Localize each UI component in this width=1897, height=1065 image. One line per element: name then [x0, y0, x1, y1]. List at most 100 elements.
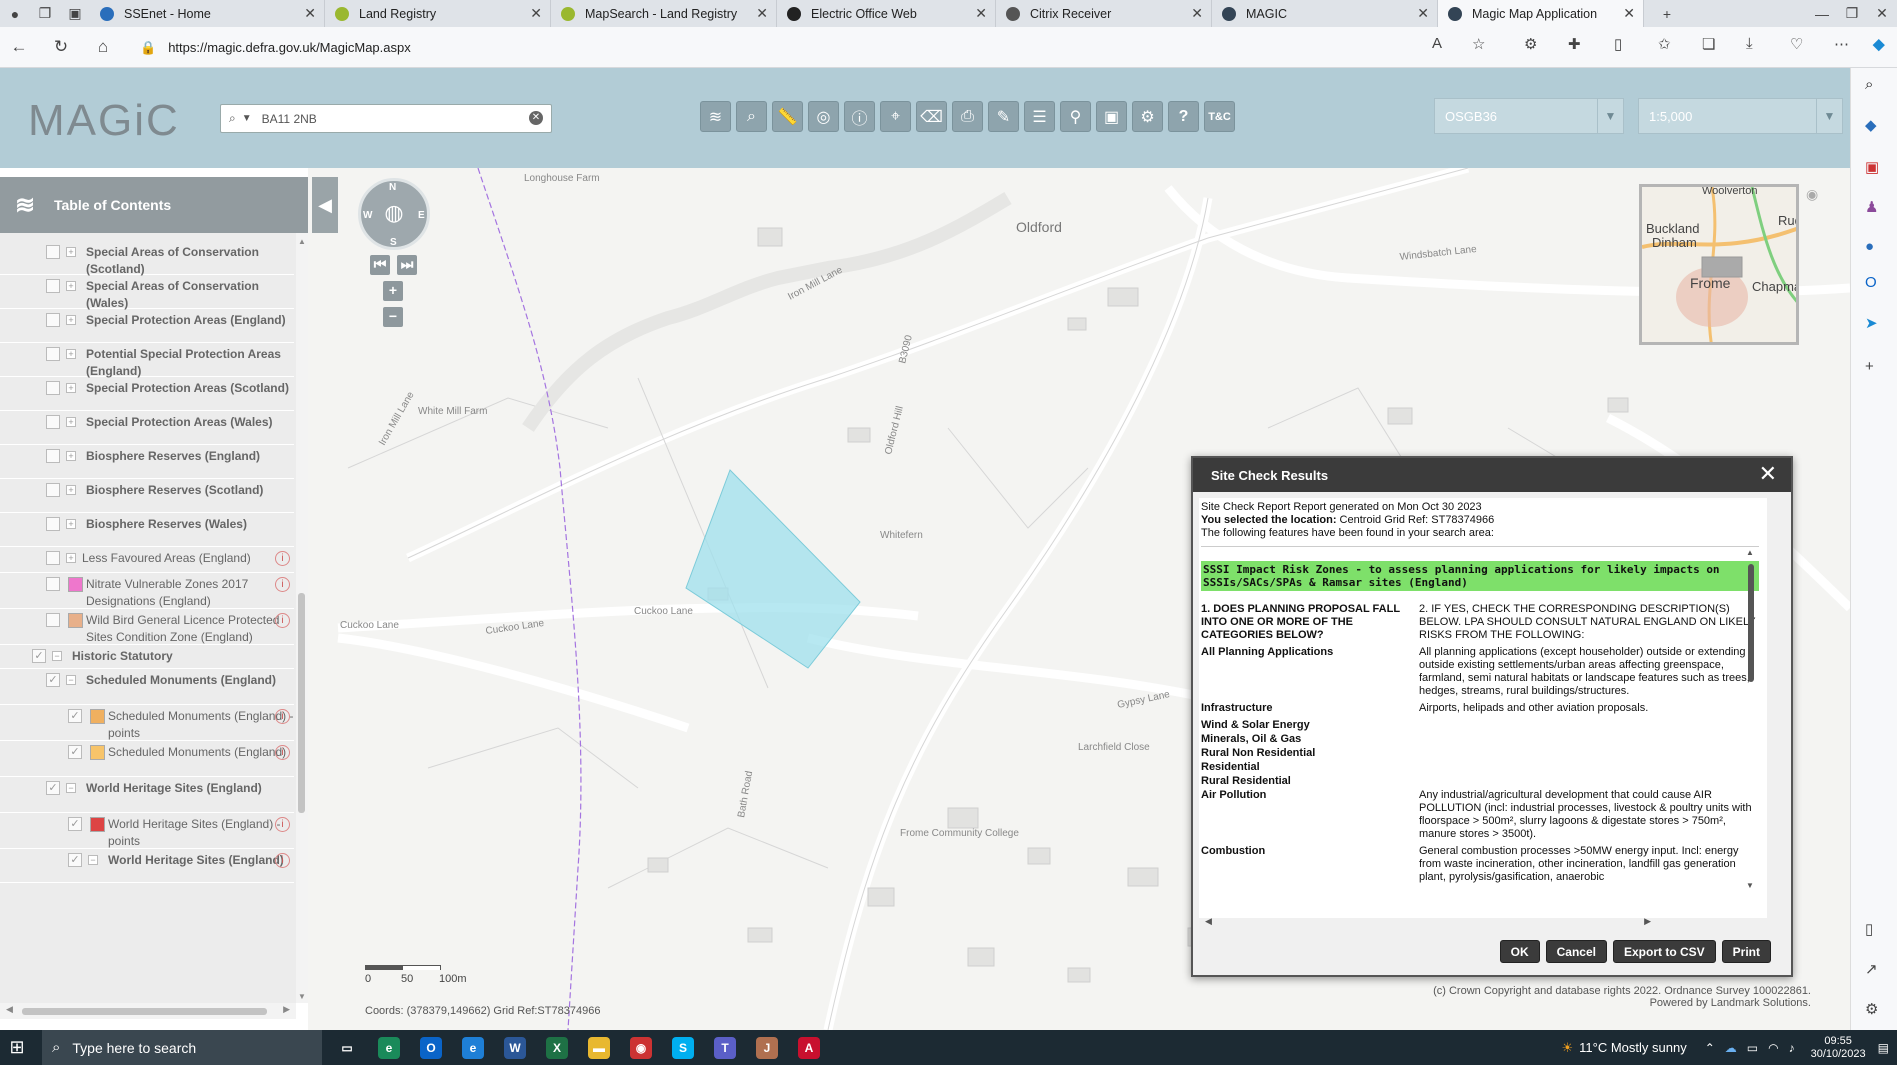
taskbar-app-java[interactable]: J — [746, 1030, 788, 1065]
more-menu-icon[interactable]: ⋯ — [1834, 35, 1849, 53]
toc-layer-item[interactable]: + Less Favoured Areas (England) i — [0, 547, 294, 573]
toc-layer-item[interactable]: + Biosphere Reserves (England) — [0, 445, 294, 479]
layer-checkbox[interactable] — [46, 577, 60, 591]
chevron-down-icon[interactable]: ▼ — [1816, 99, 1842, 133]
toc-layer-item[interactable]: ✓ − Scheduled Monuments (England) — [0, 669, 294, 705]
clock[interactable]: 09:55 30/10/2023 — [1811, 1035, 1866, 1061]
add-sidebar-icon[interactable]: + — [1865, 358, 1874, 375]
clear-search-icon[interactable]: ✕ — [529, 111, 543, 125]
toc-layer-item[interactable]: + Biosphere Reserves (Wales) — [0, 513, 294, 547]
close-tab-icon[interactable]: ✕ — [1417, 5, 1429, 22]
layer-checkbox[interactable] — [46, 449, 60, 463]
taskbar-app-edge[interactable]: e — [368, 1030, 410, 1065]
zoom-in-button[interactable]: + — [383, 281, 403, 301]
expand-icon[interactable]: + — [66, 281, 76, 291]
collapse-toc-button[interactable]: ◀ — [312, 177, 338, 233]
onedrive-icon[interactable]: ☁ — [1725, 1041, 1737, 1055]
close-tab-icon[interactable]: ✕ — [530, 5, 542, 22]
browser-tab[interactable]: Magic Map Application ✕ — [1438, 0, 1644, 27]
taskbar-app-excel[interactable]: X — [536, 1030, 578, 1065]
layer-checkbox[interactable] — [46, 551, 60, 565]
dialog-scrollbar[interactable]: ▲ ▼ — [1746, 548, 1756, 890]
tag-icon[interactable]: ◆ — [1865, 116, 1877, 134]
windows-start-icon[interactable]: ⊞ — [4, 1030, 30, 1065]
close-tab-icon[interactable]: ✕ — [975, 5, 987, 22]
draw-tool-button[interactable]: ✎ — [988, 101, 1019, 132]
layer-checkbox[interactable] — [46, 347, 60, 361]
browser-tab[interactable]: SSEnet - Home ✕ — [90, 0, 325, 27]
info-tool-button[interactable]: ⓘ — [844, 101, 875, 132]
taskbar-app-task-view[interactable]: ▭ — [326, 1030, 368, 1065]
battery-icon[interactable]: ▭ — [1747, 1041, 1758, 1055]
toc-layer-item[interactable]: ✓ Scheduled Monuments (England) i — [0, 741, 294, 777]
taskbar-app-app-8[interactable]: ◉ — [620, 1030, 662, 1065]
toc-layer-item[interactable]: + Special Areas of Conservation (Wales) — [0, 275, 294, 310]
browser-tab[interactable]: MAGIC ✕ — [1212, 0, 1438, 27]
scroll-left-icon[interactable]: ◀ — [1205, 916, 1212, 927]
toc-layer-item[interactable]: Nitrate Vulnerable Zones 2017 Designatio… — [0, 573, 294, 609]
settings-tool-button[interactable]: ⚙ — [1132, 101, 1163, 132]
next-extent-button[interactable]: ⏭ — [397, 255, 417, 275]
eraser-tool-button[interactable]: ⌫ — [916, 101, 947, 132]
url-field[interactable]: 🔒 https://magic.defra.gov.uk/MagicMap.as… — [140, 34, 1470, 61]
tab-actions-icon[interactable]: ▣ — [60, 0, 90, 27]
taskbar-app-outlook[interactable]: O — [410, 1030, 452, 1065]
reload-icon[interactable]: ↻ — [46, 37, 76, 57]
ok-button[interactable]: OK — [1499, 940, 1540, 963]
collapse-icon[interactable]: − — [88, 855, 98, 865]
close-icon[interactable]: ✕ — [1759, 463, 1777, 485]
toc-layer-item[interactable]: ✓ − World Heritage Sites (England) i — [0, 849, 294, 883]
read-aloud-icon[interactable]: A — [1432, 35, 1442, 52]
search-input[interactable]: ⌕ ▼ BA11 2NB ✕ — [220, 104, 552, 133]
taskbar-app-skype[interactable]: S — [662, 1030, 704, 1065]
copilot-sidebar-icon[interactable]: ● — [1865, 238, 1874, 255]
dialog-title-bar[interactable]: Site Check Results ✕ — [1193, 458, 1791, 492]
notifications-icon[interactable]: ▤ — [1878, 1041, 1889, 1055]
collapse-icon[interactable]: − — [52, 651, 62, 661]
cancel-button[interactable]: Cancel — [1545, 940, 1607, 963]
wifi-icon[interactable]: ◠ — [1768, 1041, 1778, 1055]
toc-layer-item[interactable]: + Biosphere Reserves (Scotland) — [0, 479, 294, 513]
close-window-icon[interactable]: ✕ — [1867, 0, 1897, 27]
browser-essentials-icon[interactable]: ♡ — [1790, 35, 1803, 53]
info-icon[interactable]: i — [275, 709, 290, 724]
taskbar-search[interactable]: ⌕ Type here to search — [42, 1030, 322, 1065]
browser-tab[interactable]: Land Registry ✕ — [325, 0, 551, 27]
globe-icon[interactable]: ◍ — [382, 201, 406, 225]
zoom-tool-button[interactable]: ⌕ — [736, 101, 767, 132]
info-icon[interactable]: i — [275, 613, 290, 628]
toc-layer-item[interactable]: + Special Protection Areas (England) — [0, 309, 294, 343]
close-tab-icon[interactable]: ✕ — [1191, 5, 1203, 22]
toc-layer-item[interactable]: + Special Protection Areas (Wales) — [0, 411, 294, 445]
toc-scrollbar-thumb[interactable] — [298, 593, 305, 813]
scroll-up-icon[interactable]: ▲ — [298, 237, 306, 246]
chevron-down-icon[interactable]: ▼ — [1597, 99, 1623, 133]
layer-checkbox[interactable] — [46, 415, 60, 429]
measure-tool-button[interactable]: 📏 — [772, 101, 803, 132]
layer-checkbox[interactable] — [46, 313, 60, 327]
scroll-right-icon[interactable]: ▶ — [1644, 916, 1651, 927]
taskbar-app-acrobat[interactable]: A — [788, 1030, 830, 1065]
dialog-hscroll[interactable]: ◀ ▶ — [1199, 916, 1651, 928]
info-icon[interactable]: i — [275, 817, 290, 832]
close-tab-icon[interactable]: ✕ — [1623, 5, 1635, 22]
layer-checkbox[interactable] — [46, 483, 60, 497]
expand-icon[interactable]: + — [66, 485, 76, 495]
toc-layer-item[interactable]: Wild Bird General Licence Protected Site… — [0, 609, 294, 645]
weather-widget[interactable]: ☀ 11°C Mostly sunny — [1561, 1040, 1686, 1056]
help-tool-button[interactable]: ? — [1168, 101, 1199, 132]
layer-checkbox[interactable]: ✓ — [46, 781, 60, 795]
layer-checkbox[interactable] — [46, 279, 60, 293]
search-area-tool-button[interactable]: ⌖ — [880, 101, 911, 132]
search-icon[interactable]: ⌕ — [1865, 76, 1873, 93]
export-csv-button[interactable]: Export to CSV — [1612, 940, 1716, 963]
send-icon[interactable]: ➤ — [1865, 314, 1878, 332]
toggle-overview-icon[interactable]: ◉ — [1806, 186, 1818, 203]
taskbar-app-explorer[interactable]: ▬ — [578, 1030, 620, 1065]
scroll-down-icon[interactable]: ▼ — [298, 992, 306, 1001]
collections-icon[interactable]: ❏ — [1702, 35, 1715, 53]
search-type-dropdown-icon[interactable]: ▼ — [242, 113, 252, 124]
settings-icon[interactable]: ⚙ — [1865, 1000, 1878, 1018]
profile-icon[interactable]: ● — [0, 0, 30, 27]
taskbar-app-word[interactable]: W — [494, 1030, 536, 1065]
